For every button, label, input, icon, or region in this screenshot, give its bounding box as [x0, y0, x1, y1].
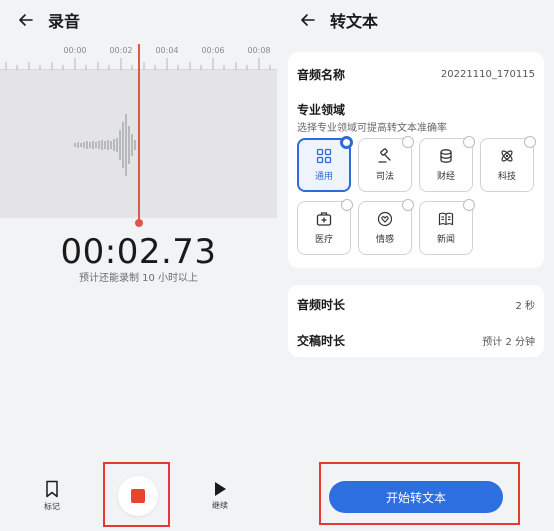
radio-icon — [524, 136, 536, 148]
domain-option-judicial[interactable]: 司法 — [358, 136, 414, 192]
back-arrow-icon[interactable] — [16, 10, 36, 30]
radio-icon — [402, 136, 414, 148]
recorder-header: 录音 — [16, 8, 80, 32]
continue-button[interactable]: 继续 — [212, 481, 228, 511]
coins-icon — [440, 149, 452, 163]
audio-name-label: 音频名称 — [297, 68, 346, 82]
domain-label: 司法 — [375, 172, 394, 182]
domain-label: 医疗 — [314, 235, 333, 245]
domain-option-finance[interactable]: 财经 — [419, 136, 475, 192]
radio-checked-icon — [340, 136, 353, 149]
mark-button[interactable]: 标记 — [44, 480, 60, 512]
radio-icon — [402, 199, 414, 211]
playhead-handle[interactable] — [135, 219, 143, 227]
transcribe-header: 转文本 — [298, 8, 378, 32]
audio-name-row: 音频名称 20221110_170115 — [297, 66, 535, 83]
domain-label: 通用 — [314, 172, 333, 182]
playhead-line — [138, 44, 140, 222]
back-arrow-icon[interactable] — [298, 10, 318, 30]
audio-duration-value: 2 秒 — [515, 301, 535, 312]
radio-icon — [341, 199, 353, 211]
play-icon — [215, 482, 226, 496]
audio-duration-row: 音频时长 2 秒 — [297, 296, 535, 313]
delivery-time-label: 交稿时长 — [297, 334, 346, 348]
duration-card: 音频时长 2 秒 交稿时长 预计 2 分钟 — [288, 285, 544, 357]
recorder-screen: 录音 00:00 00:02 00:04 00:06 00:08 00:02.7… — [0, 0, 277, 531]
bookmark-icon — [46, 480, 58, 498]
delivery-time-value: 预计 2 分钟 — [482, 337, 535, 348]
transcribe-screen: 转文本 音频名称 20221110_170115 专业领域 选择专业领域可提高转… — [277, 0, 554, 531]
domain-title: 专业领域 — [297, 103, 346, 117]
radio-icon — [463, 199, 475, 211]
domain-option-tech[interactable]: 科技 — [480, 136, 536, 192]
stop-record-button[interactable] — [118, 476, 158, 516]
domain-hint: 选择专业领域可提高转文本准确率 — [297, 123, 447, 134]
audio-name-value: 20221110_170115 — [440, 69, 535, 80]
domain-label: 科技 — [497, 172, 516, 182]
settings-card: 音频名称 20221110_170115 专业领域 选择专业领域可提高转文本准确… — [288, 52, 544, 268]
domain-label: 财经 — [436, 172, 455, 182]
page-title: 录音 — [48, 12, 81, 31]
atom-icon — [501, 150, 513, 162]
domain-label: 情感 — [375, 235, 394, 245]
mark-label: 标记 — [44, 502, 60, 511]
domain-option-general[interactable]: 通用 — [297, 136, 353, 192]
page-title: 转文本 — [330, 12, 379, 31]
domain-option-news[interactable]: 新闻 — [419, 199, 475, 255]
elapsed-time: 00:02.73 — [60, 232, 217, 272]
start-transcribe-button[interactable]: 开始转文本 — [329, 481, 503, 513]
delivery-time-row: 交稿时长 预计 2 分钟 — [297, 332, 535, 349]
domain-label: 新闻 — [436, 235, 455, 245]
audio-duration-label: 音频时长 — [297, 298, 346, 312]
remaining-time-note: 预计还能录制 10 小时以上 — [78, 273, 199, 284]
domain-option-medical[interactable]: 医疗 — [297, 199, 353, 255]
continue-label: 继续 — [212, 501, 228, 510]
grid-icon — [316, 148, 332, 164]
newspaper-icon — [438, 212, 454, 226]
medkit-icon — [316, 212, 332, 226]
gavel-icon — [378, 148, 391, 163]
domain-option-emotion[interactable]: 情感 — [358, 199, 414, 255]
heart-icon — [377, 211, 393, 227]
radio-icon — [463, 136, 475, 148]
stop-icon — [131, 489, 145, 503]
